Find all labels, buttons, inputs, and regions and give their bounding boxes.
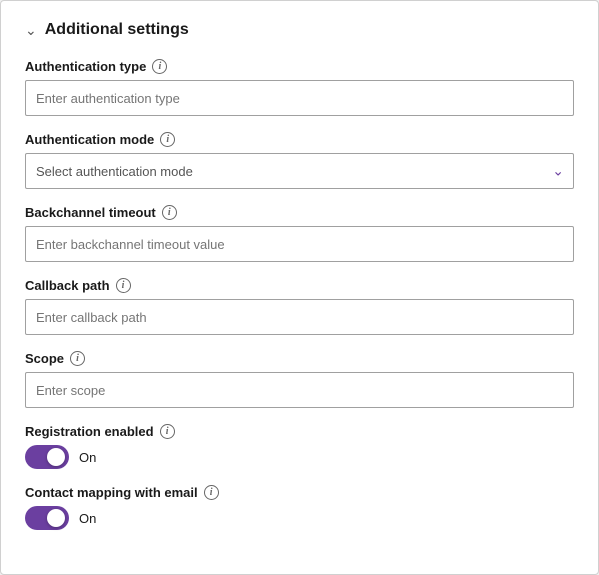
auth-mode-select-wrapper: Select authentication mode ⌄ <box>25 153 574 189</box>
callback-path-info-icon[interactable]: i <box>116 278 131 293</box>
auth-type-label: Authentication type i <box>25 59 574 74</box>
registration-enabled-status: On <box>79 450 96 465</box>
auth-mode-group: Authentication mode i Select authenticat… <box>25 132 574 189</box>
registration-enabled-slider <box>25 445 69 469</box>
contact-mapping-status: On <box>79 511 96 526</box>
contact-mapping-slider <box>25 506 69 530</box>
auth-type-input[interactable] <box>25 80 574 116</box>
contact-mapping-toggle-row: On <box>25 506 574 530</box>
callback-path-group: Callback path i <box>25 278 574 335</box>
scope-input[interactable] <box>25 372 574 408</box>
contact-mapping-info-icon[interactable]: i <box>204 485 219 500</box>
section-header: ⌄ Additional settings <box>25 21 574 39</box>
registration-enabled-label: Registration enabled i <box>25 424 574 439</box>
registration-enabled-group: Registration enabled i On <box>25 424 574 469</box>
contact-mapping-toggle[interactable] <box>25 506 69 530</box>
auth-type-info-icon[interactable]: i <box>152 59 167 74</box>
auth-type-group: Authentication type i <box>25 59 574 116</box>
callback-path-label: Callback path i <box>25 278 574 293</box>
additional-settings-card: ⌄ Additional settings Authentication typ… <box>0 0 599 575</box>
callback-path-input[interactable] <box>25 299 574 335</box>
registration-enabled-info-icon[interactable]: i <box>160 424 175 439</box>
scope-group: Scope i <box>25 351 574 408</box>
auth-mode-label: Authentication mode i <box>25 132 574 147</box>
backchannel-timeout-input[interactable] <box>25 226 574 262</box>
backchannel-timeout-info-icon[interactable]: i <box>162 205 177 220</box>
contact-mapping-label: Contact mapping with email i <box>25 485 574 500</box>
backchannel-timeout-group: Backchannel timeout i <box>25 205 574 262</box>
section-title: Additional settings <box>45 21 189 39</box>
backchannel-timeout-label: Backchannel timeout i <box>25 205 574 220</box>
contact-mapping-group: Contact mapping with email i On <box>25 485 574 530</box>
auth-mode-select[interactable]: Select authentication mode <box>25 153 574 189</box>
scope-label: Scope i <box>25 351 574 366</box>
scope-info-icon[interactable]: i <box>70 351 85 366</box>
registration-enabled-toggle[interactable] <box>25 445 69 469</box>
registration-enabled-toggle-row: On <box>25 445 574 469</box>
section-collapse-icon[interactable]: ⌄ <box>25 22 37 39</box>
auth-mode-info-icon[interactable]: i <box>160 132 175 147</box>
